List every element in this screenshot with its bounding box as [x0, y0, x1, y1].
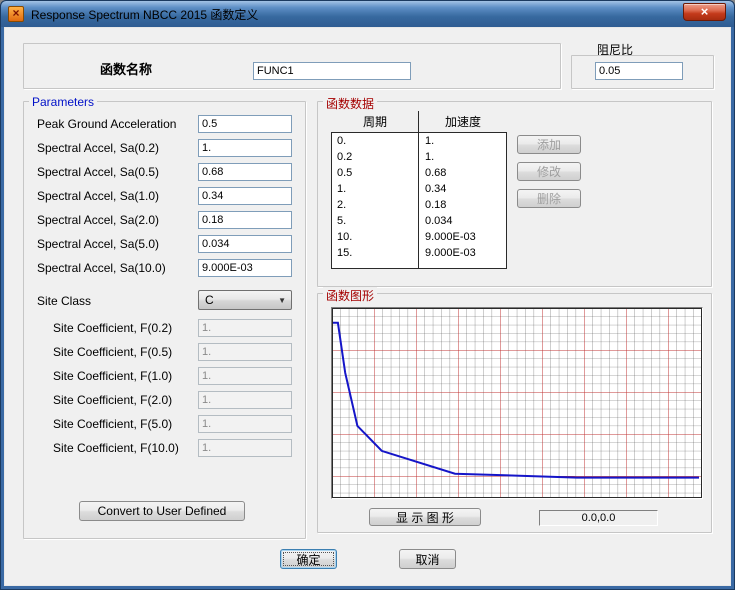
coeff-label: Site Coefficient, F(10.0) — [53, 441, 179, 455]
table-row[interactable]: 2.0.18 — [332, 197, 506, 213]
table-row[interactable]: 1.0.34 — [332, 181, 506, 197]
delete-button: 删除 — [517, 189, 581, 208]
coeff-input-f100 — [198, 439, 292, 457]
table-row[interactable]: 10.9.000E-03 — [332, 229, 506, 245]
coeff-label: Site Coefficient, F(2.0) — [53, 393, 172, 407]
damping-input[interactable] — [595, 62, 683, 80]
function-data-table[interactable]: 周期 加速度 0.1. 0.21. 0.50.68 1.0.34 2.0.18 … — [331, 111, 507, 269]
convert-to-user-defined-button[interactable]: Convert to User Defined — [79, 501, 245, 521]
function-data-title: 函数数据 — [323, 95, 377, 112]
coeff-input-f10 — [198, 367, 292, 385]
coeff-label: Site Coefficient, F(0.2) — [53, 321, 172, 335]
param-input-sa20[interactable] — [198, 211, 292, 229]
param-input-sa50[interactable] — [198, 235, 292, 253]
cursor-coordinates: 0.0,0.0 — [539, 510, 658, 526]
site-class-label: Site Class — [37, 294, 91, 308]
cancel-button[interactable]: 取消 — [399, 549, 456, 569]
param-input-sa10[interactable] — [198, 187, 292, 205]
param-label: Spectral Accel, Sa(5.0) — [37, 237, 159, 251]
period-column-header: 周期 — [331, 113, 419, 130]
coeff-label: Site Coefficient, F(5.0) — [53, 417, 172, 431]
table-body[interactable]: 0.1. 0.21. 0.50.68 1.0.34 2.0.18 5.0.034… — [331, 132, 507, 269]
coeff-label: Site Coefficient, F(1.0) — [53, 369, 172, 383]
accel-column-header: 加速度 — [419, 113, 507, 130]
dialog-window: × Response Spectrum NBCC 2015 函数定义 × 函数名… — [0, 0, 735, 590]
table-row[interactable]: 0.1. — [332, 133, 506, 149]
window-title: Response Spectrum NBCC 2015 函数定义 — [31, 6, 258, 23]
table-row[interactable]: 0.50.68 — [332, 165, 506, 181]
param-label: Spectral Accel, Sa(0.5) — [37, 165, 159, 179]
ok-button[interactable]: 确定 — [280, 549, 337, 569]
chevron-down-icon: ▼ — [278, 296, 291, 305]
table-header: 周期 加速度 — [331, 111, 507, 132]
app-icon: × — [8, 6, 24, 22]
param-label: Spectral Accel, Sa(0.2) — [37, 141, 159, 155]
function-graph-title: 函数图形 — [323, 287, 377, 304]
site-class-value: C — [199, 293, 278, 307]
table-row[interactable]: 0.21. — [332, 149, 506, 165]
titlebar[interactable]: × Response Spectrum NBCC 2015 函数定义 × — [1, 1, 734, 27]
param-label: Spectral Accel, Sa(1.0) — [37, 189, 159, 203]
coeff-input-f50 — [198, 415, 292, 433]
spectrum-plot-svg — [332, 308, 702, 498]
coeff-input-f20 — [198, 391, 292, 409]
param-input-sa02[interactable] — [198, 139, 292, 157]
coeff-input-f05 — [198, 343, 292, 361]
table-row[interactable]: 5.0.034 — [332, 213, 506, 229]
param-label: Spectral Accel, Sa(10.0) — [37, 261, 166, 275]
close-button[interactable]: × — [683, 3, 726, 21]
param-input-sa100[interactable] — [198, 259, 292, 277]
param-label: Spectral Accel, Sa(2.0) — [37, 213, 159, 227]
param-label: Peak Ground Acceleration — [37, 117, 176, 131]
column-divider — [418, 111, 419, 269]
parameters-title: Parameters — [29, 95, 97, 109]
spectrum-plot[interactable] — [331, 307, 703, 499]
table-row[interactable]: 15.9.000E-03 — [332, 245, 506, 261]
coeff-label: Site Coefficient, F(0.5) — [53, 345, 172, 359]
modify-button: 修改 — [517, 162, 581, 181]
add-button: 添加 — [517, 135, 581, 154]
coeff-input-f02 — [198, 319, 292, 337]
function-name-label: 函数名称 — [41, 59, 211, 78]
param-input-pga[interactable] — [198, 115, 292, 133]
function-name-input[interactable] — [253, 62, 411, 80]
display-graph-button[interactable]: 显 示 图 形 — [369, 508, 481, 526]
site-class-select[interactable]: C ▼ — [198, 290, 292, 310]
param-input-sa05[interactable] — [198, 163, 292, 181]
